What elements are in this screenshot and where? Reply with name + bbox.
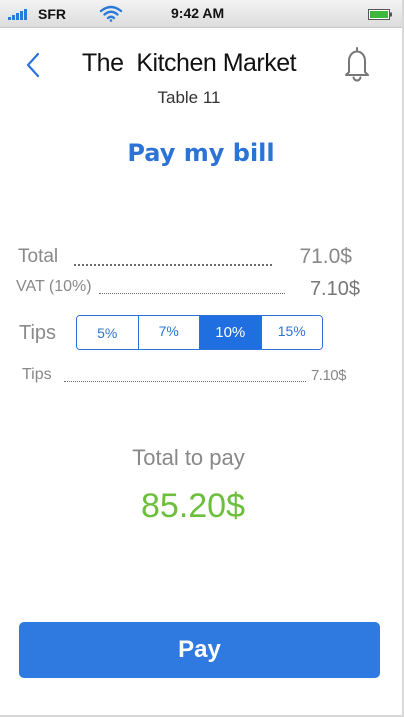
tips-leader-dots (64, 381, 306, 382)
tips-selector-label: Tips (19, 322, 57, 344)
total-to-pay-label: Total to pay (132, 445, 245, 470)
carrier-name: SFR (38, 6, 66, 22)
phone-screen: SFR 9:42 AM The Kitchen Market Table 11 … (0, 0, 404, 717)
tips-amount-label: Tips (22, 366, 52, 383)
chevron-left-icon[interactable] (22, 50, 46, 80)
table-number: Table 11 (157, 88, 221, 107)
page-title: Pay my bill (127, 139, 275, 167)
vat-value: 7.10$ (309, 278, 360, 300)
status-bar: SFR 9:42 AM (0, 0, 402, 28)
tip-option-10[interactable]: 10% (200, 316, 262, 349)
tip-option-7[interactable]: 7% (138, 316, 200, 349)
battery-icon (368, 9, 392, 20)
vat-leader-dots (99, 293, 285, 294)
bell-icon[interactable] (341, 45, 373, 83)
pay-button[interactable]: Pay (19, 622, 380, 678)
signal-bars-icon (8, 8, 27, 20)
tips-amount-value: 7.10$ (310, 367, 347, 384)
tip-option-5[interactable]: 5% (77, 316, 139, 349)
total-label: Total (18, 246, 59, 267)
status-time: 9:42 AM (171, 5, 225, 21)
restaurant-name: The Kitchen Market (81, 49, 297, 77)
vat-label: VAT (10%) (16, 278, 92, 295)
total-leader-dots (74, 264, 272, 266)
tip-percentage-selector: 5% 7% 10% 15% (76, 315, 323, 350)
wifi-icon (99, 5, 123, 22)
total-to-pay-amount: 85.20$ (141, 487, 245, 525)
tip-option-15[interactable]: 15% (261, 316, 322, 349)
total-value: 71.0$ (299, 245, 352, 268)
